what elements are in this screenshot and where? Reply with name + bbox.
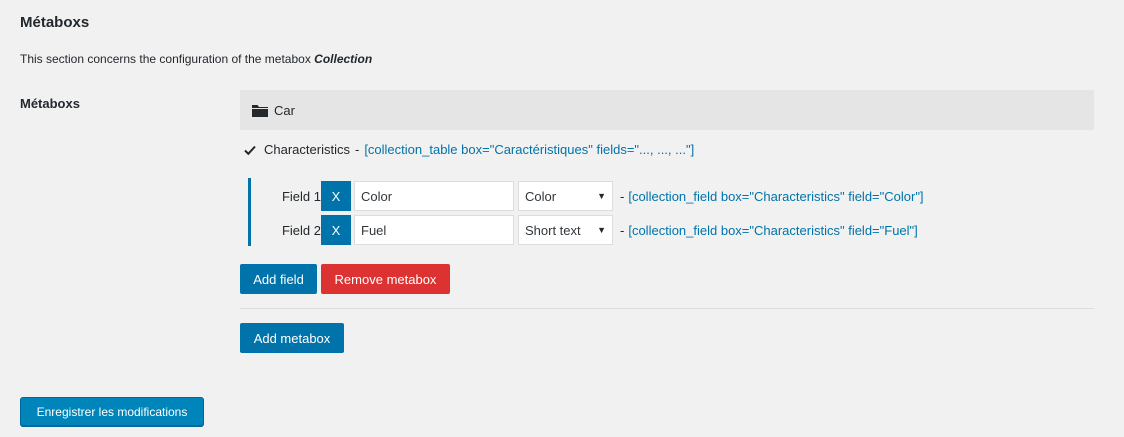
dropdown-caret-icon: ▼ [597, 191, 606, 201]
field-type-value: Short text [525, 222, 581, 238]
folder-icon [252, 104, 268, 117]
shortcode-separator: - [620, 188, 625, 204]
remove-field-button[interactable]: X [321, 181, 351, 211]
group-label: Characteristics [264, 142, 350, 157]
section-description: This section concerns the configuration … [20, 52, 372, 66]
section-title: Métaboxs [20, 14, 90, 31]
field-shortcode-text: [collection_field box="Characteristics" … [628, 222, 918, 238]
fields-list: Field 1 X Color Color ▼ - [collection_fie… [248, 178, 968, 246]
field-row: Field 2 X Fuel Short text ▼ - [collection… [251, 215, 918, 245]
settings-page: Métaboxs This section concerns the confi… [0, 0, 1124, 437]
field-shortcode-text: [collection_field box="Characteristics" … [628, 188, 924, 204]
field-name-input[interactable]: Color [354, 181, 514, 211]
field-shortcode: - [collection_field box="Characteristics"… [620, 189, 924, 204]
add-field-button[interactable]: Add field [240, 264, 317, 294]
add-metabox-button[interactable]: Add metabox [240, 323, 344, 353]
group-separator: - [354, 142, 360, 157]
save-changes-button[interactable]: Enregistrer les modifications [20, 397, 204, 426]
metabox-header[interactable]: Car [240, 90, 1094, 130]
field-type-select[interactable]: Color ▼ [518, 181, 613, 211]
remove-metabox-button[interactable]: Remove metabox [321, 264, 450, 294]
remove-field-button[interactable]: X [321, 215, 351, 245]
divider [240, 308, 1094, 309]
check-icon [244, 144, 258, 156]
dropdown-caret-icon: ▼ [597, 225, 606, 235]
section-description-emphasis: Collection [314, 52, 373, 66]
section-description-text: This section concerns the configuration … [20, 52, 315, 66]
shortcode-separator: - [620, 222, 625, 238]
field-label: Field 1 [281, 188, 321, 204]
metabox-group: Characteristics - [collection_table box=… [244, 142, 694, 157]
group-shortcode: [collection_table box="Caractéristiques"… [364, 142, 695, 157]
field-name-input[interactable]: Fuel [354, 215, 514, 245]
metabox-name: Car [274, 102, 295, 118]
field-type-value: Color [525, 188, 557, 204]
field-row: Field 1 X Color Color ▼ - [collection_fie… [251, 181, 924, 211]
metaboxes-row-label: Métaboxs [20, 96, 80, 111]
field-type-select[interactable]: Short text ▼ [518, 215, 613, 245]
field-label: Field 2 [281, 222, 321, 238]
field-shortcode: - [collection_field box="Characteristics"… [620, 223, 918, 238]
